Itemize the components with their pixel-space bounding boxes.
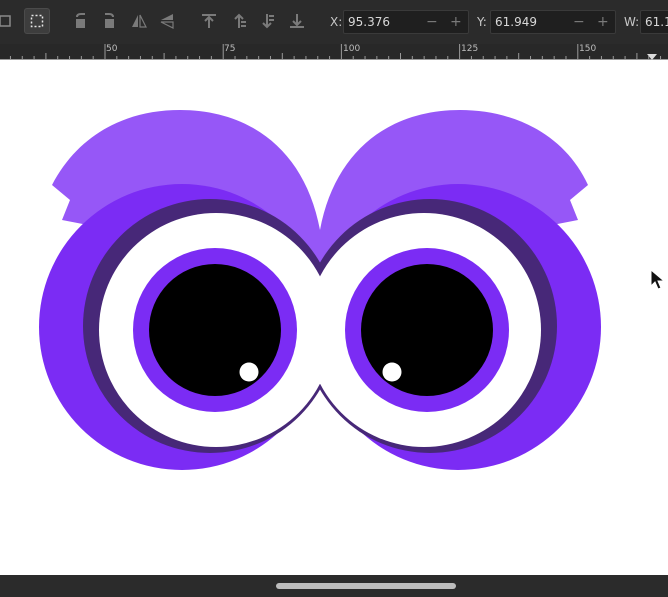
x-field[interactable]: 95.376 − + (343, 10, 469, 34)
y-field[interactable]: 61.949 − + (490, 10, 616, 34)
ruler-label: 100 (343, 44, 361, 54)
snap-icon[interactable] (0, 8, 18, 34)
x-label: X: (330, 15, 343, 29)
rotate-cw-icon[interactable] (96, 8, 122, 34)
ruler-label: 50 (106, 44, 118, 54)
y-decrement-button[interactable]: − (573, 14, 589, 30)
ruler-label: 75 (224, 44, 236, 54)
drawing-canvas[interactable] (0, 60, 668, 575)
horizontal-ruler[interactable]: 50 75 100 125 150 (0, 44, 668, 60)
raise-to-top-icon[interactable] (196, 8, 222, 34)
ruler-label: 125 (461, 44, 479, 54)
ruler-label: 150 (579, 44, 597, 54)
lower-to-bottom-icon[interactable] (284, 8, 310, 34)
y-label: Y: (477, 15, 487, 29)
select-rect-icon[interactable] (24, 8, 50, 34)
x-value: 95.376 (348, 15, 390, 29)
flip-horizontal-icon[interactable] (126, 8, 152, 34)
owl-eyes-artwork[interactable] (0, 60, 668, 575)
horizontal-scrollbar[interactable] (0, 575, 668, 597)
flip-vertical-icon[interactable] (154, 8, 180, 34)
toolbar: X: 95.376 − + Y: 61.949 − + W: 61.1 (0, 0, 668, 45)
w-field[interactable]: 61.1 (640, 10, 668, 34)
y-value: 61.949 (495, 15, 537, 29)
y-increment-button[interactable]: + (597, 14, 613, 30)
x-decrement-button[interactable]: − (426, 14, 442, 30)
x-increment-button[interactable]: + (450, 14, 466, 30)
rotate-ccw-icon[interactable] (68, 8, 94, 34)
raise-icon[interactable] (226, 8, 252, 34)
lower-icon[interactable] (254, 8, 280, 34)
w-value: 61.1 (645, 15, 668, 29)
scrollbar-thumb[interactable] (276, 583, 456, 589)
w-label: W: (624, 15, 640, 29)
cursor-arrow-icon (650, 269, 666, 290)
